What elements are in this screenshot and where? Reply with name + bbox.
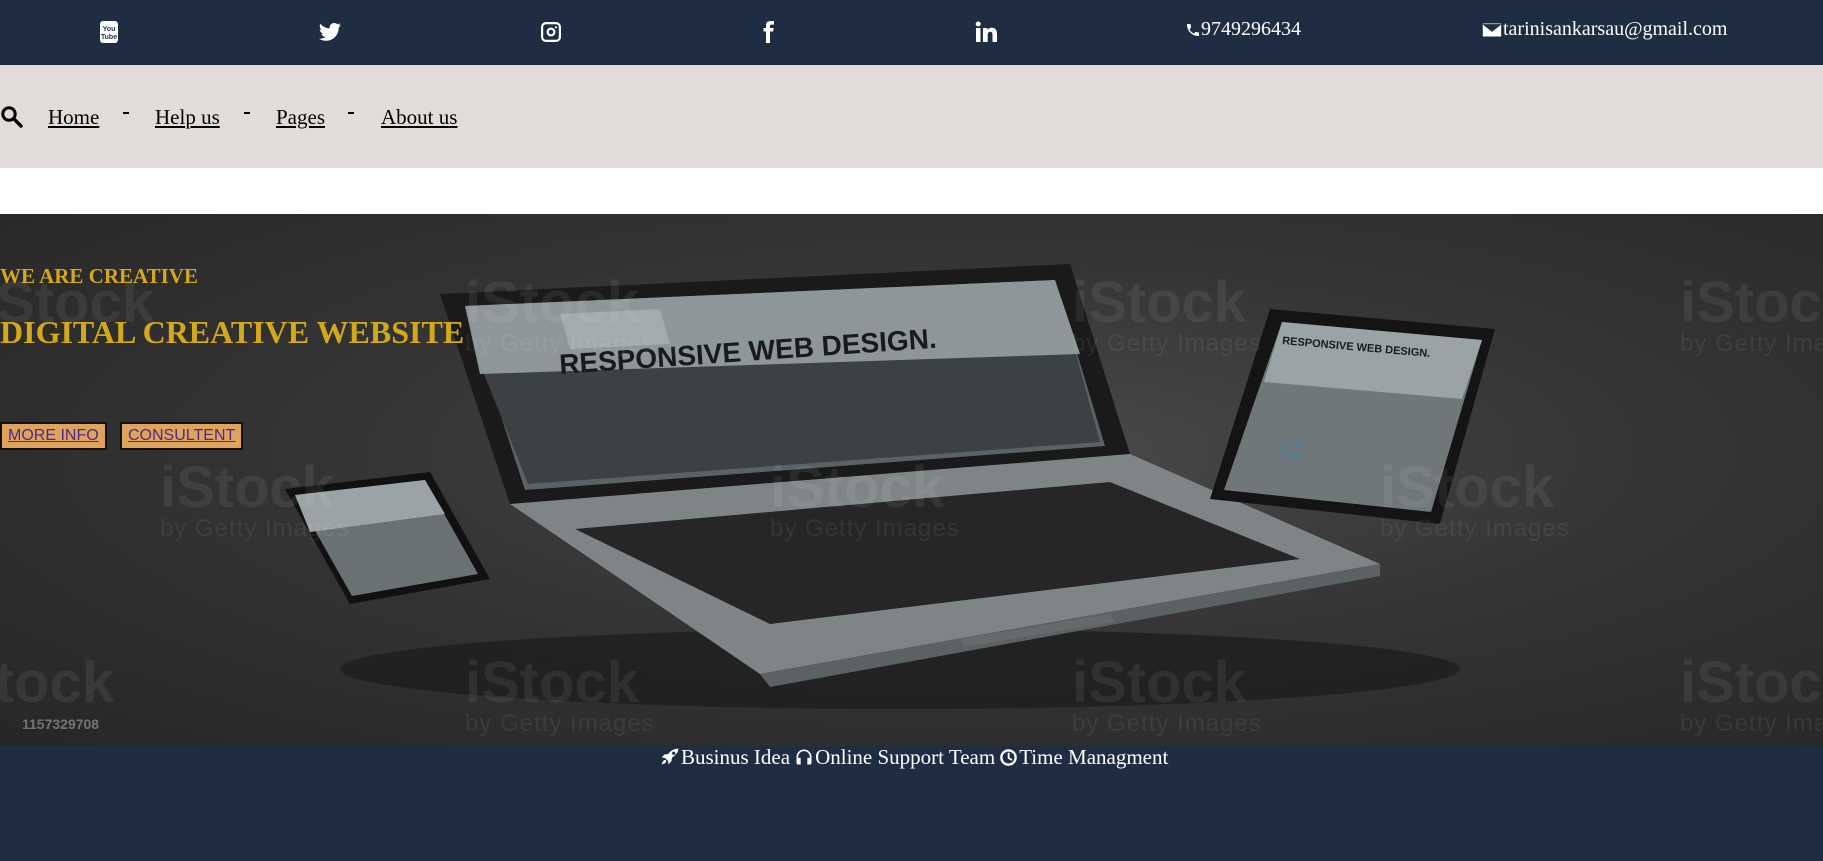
watermark: iStockby Getty Images [1072, 650, 1262, 737]
twitter-icon[interactable] [318, 20, 342, 44]
stock-image-id: 1157329708 [22, 716, 100, 732]
phone-icon [1187, 23, 1199, 36]
watermark: iStock [0, 650, 115, 715]
feature-item: Time Managment [999, 745, 1168, 770]
envelope-icon [1481, 21, 1503, 38]
email-address: tarinisankarsau@gmail.com [1503, 18, 1728, 40]
feature-item: Online Support Team [794, 745, 995, 770]
feature-label: Time Managment [1019, 744, 1169, 769]
hero-banner: RESPONSIVE WEB DESIGN. RESPONSIVE WEB DE… [0, 214, 1823, 746]
nav-link-about-us[interactable]: About us [381, 105, 457, 130]
feature-list: Businus Idea Online Support Team Time Ma… [660, 745, 1172, 770]
nav-link-home[interactable]: Home [48, 105, 99, 130]
features-footer: Businus Idea Online Support Team Time Ma… [0, 745, 1823, 861]
phone-number: 9749296434 [1201, 18, 1301, 40]
facebook-icon[interactable] [756, 20, 780, 44]
phone-contact[interactable]: 9749296434 [1185, 18, 1301, 41]
email-contact[interactable]: tarinisankarsau@gmail.com [1481, 18, 1727, 41]
hero-kicker: WE ARE CREATIVE [0, 264, 198, 288]
instagram-icon[interactable] [539, 20, 563, 44]
nav-bar: Home Help us Pages About us [0, 65, 1823, 168]
watermark: iStockby Getty Images [1680, 270, 1823, 357]
hero-headline: DIGITAL CREATIVE WEBSITE [0, 314, 465, 350]
search-icon[interactable] [0, 105, 24, 129]
watermark: iStockby Getty Images [1072, 270, 1262, 357]
rocket-icon [661, 748, 679, 765]
watermark: iStockby Getty Images [465, 270, 655, 357]
feature-item: Businus Idea [660, 745, 790, 770]
nav-link-pages[interactable]: Pages [276, 105, 325, 130]
feature-label: Online Support Team [815, 744, 996, 769]
feature-label: Businus Idea [681, 744, 791, 769]
more-info-button[interactable]: MORE INFO [0, 422, 107, 450]
watermark: iStockby Getty Images [1380, 455, 1570, 542]
watermark: iStockby Getty Images [1680, 650, 1823, 737]
youtube-icon[interactable]: You Tube [97, 20, 121, 44]
watermark: iStockby Getty Images [770, 455, 960, 542]
linkedin-icon[interactable] [974, 20, 998, 44]
nav-separator [244, 112, 250, 114]
watermark: iStockby Getty Images [465, 650, 655, 737]
nav-link-help-us[interactable]: Help us [155, 105, 220, 130]
headphones-icon [796, 749, 812, 765]
clock-icon [1000, 748, 1018, 766]
nav-separator [123, 112, 129, 114]
watermark: iStockby Getty Images [160, 455, 350, 542]
svg-text:You: You [103, 26, 116, 33]
consultent-button[interactable]: CONSULTENT [120, 422, 244, 450]
nav-separator [348, 112, 354, 114]
top-bar: You Tube 9749296434 tarinisankarsau@gmail… [0, 0, 1823, 65]
svg-text:Tube: Tube [101, 34, 117, 41]
